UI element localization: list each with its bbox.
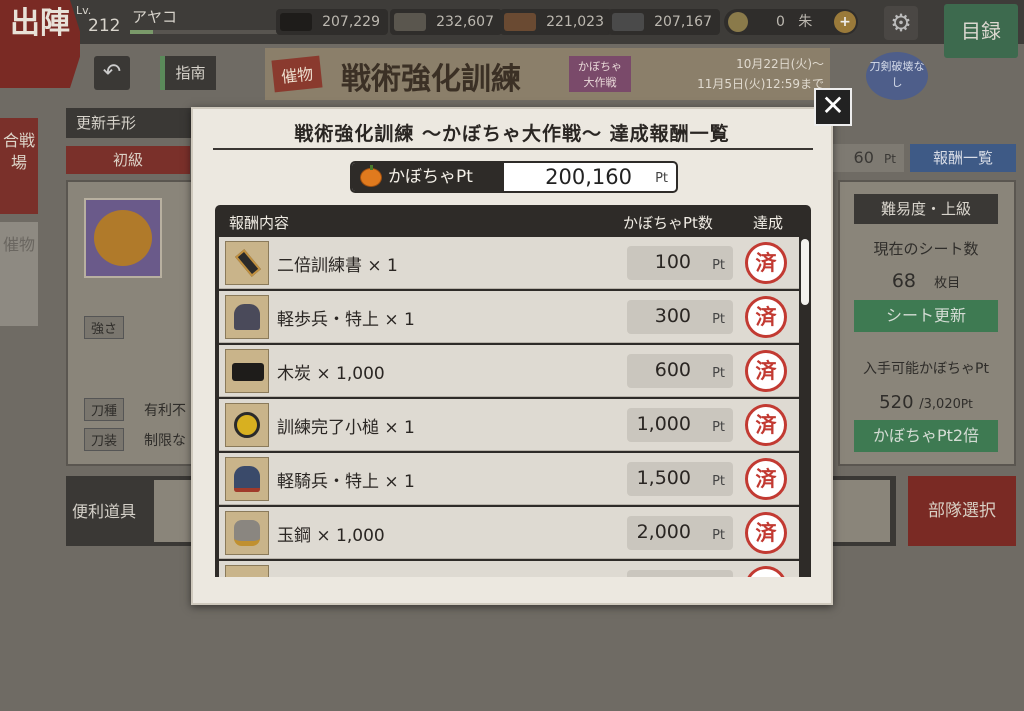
renew-pass-label: 更新手形 [66,108,194,138]
title-divider [213,148,813,150]
close-icon[interactable]: ✕ [814,88,852,126]
sword-type-value: 有利不 [144,403,186,419]
reward-points: 1,500 Pt [627,462,733,496]
scroll-icon [225,241,269,285]
sortie-tab[interactable]: 出陣 [0,0,80,88]
pumpkin-pt-label: かぼちゃPt [352,163,504,191]
coin-icon [728,12,748,32]
charcoal-icon [225,349,269,393]
reward-list-button[interactable]: 報酬一覧 [910,144,1016,172]
achieved-stamp: 済 [745,404,787,446]
achieved-stamp: 済 [745,458,787,500]
event-subtitle: かぼちゃ大作戦 [569,56,631,92]
grade-tab-beginner[interactable]: 初級 [66,146,190,174]
reward-points: 600 Pt [627,354,733,388]
charcoal-icon [280,13,312,31]
double-pt-button[interactable]: かぼちゃPt2倍 [854,420,998,452]
resource-charcoal: 207,229 [276,9,388,35]
reward-name: 二倍訓練書 × 1 [277,256,398,276]
reward-name: 木炭 × 1,000 [277,364,385,384]
table-row: 玉鋼 × 1,000 2,000 Pt 済 [219,507,799,559]
sheet-count-label: 現在のシート数 [873,240,979,258]
light-infantry-icon [225,295,269,339]
tools-label: 便利道具 [72,502,137,521]
reward-name: 軽歩兵・特上 × 1 [277,310,415,330]
pumpkin-pt-summary: かぼちゃPt 200,160 Pt [350,161,678,193]
event-tag: 催物 [271,55,323,93]
achieved-stamp: 済 [745,350,787,392]
pumpkin-portrait [84,198,162,278]
resource-whetstone: 207,167 [608,9,720,35]
header-content: 報酬内容 [229,214,290,232]
available-pt-label: 入手可能かぼちゃPt [863,361,989,377]
pumpkin-icon [360,165,382,187]
available-pt: 520 /3,020Pt [879,392,973,413]
equip-label: 刀装 [84,428,125,451]
reward-table-header: 報酬内容 かぼちゃPt数 達成 [215,205,811,237]
reward-dialog: 戦術強化訓練 〜かぼちゃ大作戦〜 達成報酬一覧 かぼちゃPt 200,160 P… [191,107,833,605]
table-row: 木炭 × 1,000 600 Pt 済 [219,345,799,397]
achieved-stamp: 済 [745,512,787,554]
reward-name: 訓練完了小槌 × 1 [277,418,415,438]
scrollbar-thumb[interactable] [801,239,809,305]
equip-value: 制限な [144,433,186,449]
header-achieved: 達成 [753,214,784,232]
reward-points [627,570,733,577]
tamahagane-icon [225,511,269,555]
sheet-count: 68 枚目 [891,270,961,292]
achieved-stamp: 済 [745,296,787,338]
table-row: 軽歩兵・特上 × 1 300 Pt 済 [219,291,799,343]
gear-icon[interactable]: ⚙ [884,6,918,40]
guide-button[interactable]: 指南 [160,56,216,90]
achieved-stamp: 済 [745,242,787,284]
difficulty-label: 難易度・上級 [854,194,998,224]
whetstone-icon [612,13,644,31]
level-value: 212 [88,16,121,36]
cooling-material-icon [504,13,536,31]
squad-select-button[interactable]: 部隊選択 [908,476,1016,546]
coin-counter: 0 朱 + [724,9,858,35]
table-row: 二倍訓練書 × 1 100 Pt 済 [219,237,799,289]
event-dates: 10月22日(火)〜 11月5日(火)12:59まで [697,57,824,91]
table-row: 軽騎兵・特上 × 1 1,500 Pt 済 [219,453,799,505]
back-button[interactable]: ↶ [94,56,130,90]
reward-points: 2,000 Pt [627,516,733,550]
table-row: 訓練完了小槌 × 1 1,000 Pt 済 [219,399,799,451]
reward-name: 玉鋼 × 1,000 [277,526,385,546]
reward-table-body[interactable]: 二倍訓練書 × 1 100 Pt 済 軽歩兵・特上 × 1 300 Pt 済 木炭 … [215,237,811,577]
add-coin-button[interactable]: + [834,11,856,33]
sheet-renew-button[interactable]: シート更新 [854,300,998,332]
xp-bar [130,30,280,34]
resource-cooling-material: 221,023 [500,9,612,35]
reward-scrollbar[interactable] [799,237,811,577]
dialog-title: 戦術強化訓練 〜かぼちゃ大作戦〜 達成報酬一覧 [294,123,730,145]
item-icon [225,565,269,577]
reward-points: 1,000 Pt [627,408,733,442]
pumpkin-pt-value: 200,160 [545,165,632,189]
strength-label: 強さ [84,316,125,339]
table-row-partial [219,561,799,577]
mallet-icon [225,403,269,447]
tamahagane-icon [394,13,426,31]
header-points: かぼちゃPt数 [623,214,713,232]
pumpkin-pt-unit: Pt [655,171,668,186]
catalog-button[interactable]: 目録 [944,4,1018,58]
achieved-stamp [745,566,787,577]
player-name: アヤコ [132,8,178,26]
reward-points: 100 Pt [627,246,733,280]
tab-event[interactable]: 催物 [0,222,38,326]
sword-type-label: 刀種 [84,398,125,421]
tab-battlefield[interactable]: 合戦場 [0,118,38,214]
light-cavalry-icon [225,457,269,501]
resource-tamahagane: 232,607 [390,9,502,35]
event-banner: 催物 戦術強化訓練 かぼちゃ大作戦 10月22日(火)〜 11月5日(火)12:… [265,48,830,100]
reward-name: 軽騎兵・特上 × 1 [277,472,415,492]
no-break-badge: 刀剣破壊なし [866,52,928,100]
back-arrow-icon: ↶ [102,60,122,85]
reward-points: 300 Pt [627,300,733,334]
event-title: 戦術強化訓練 [341,62,521,97]
